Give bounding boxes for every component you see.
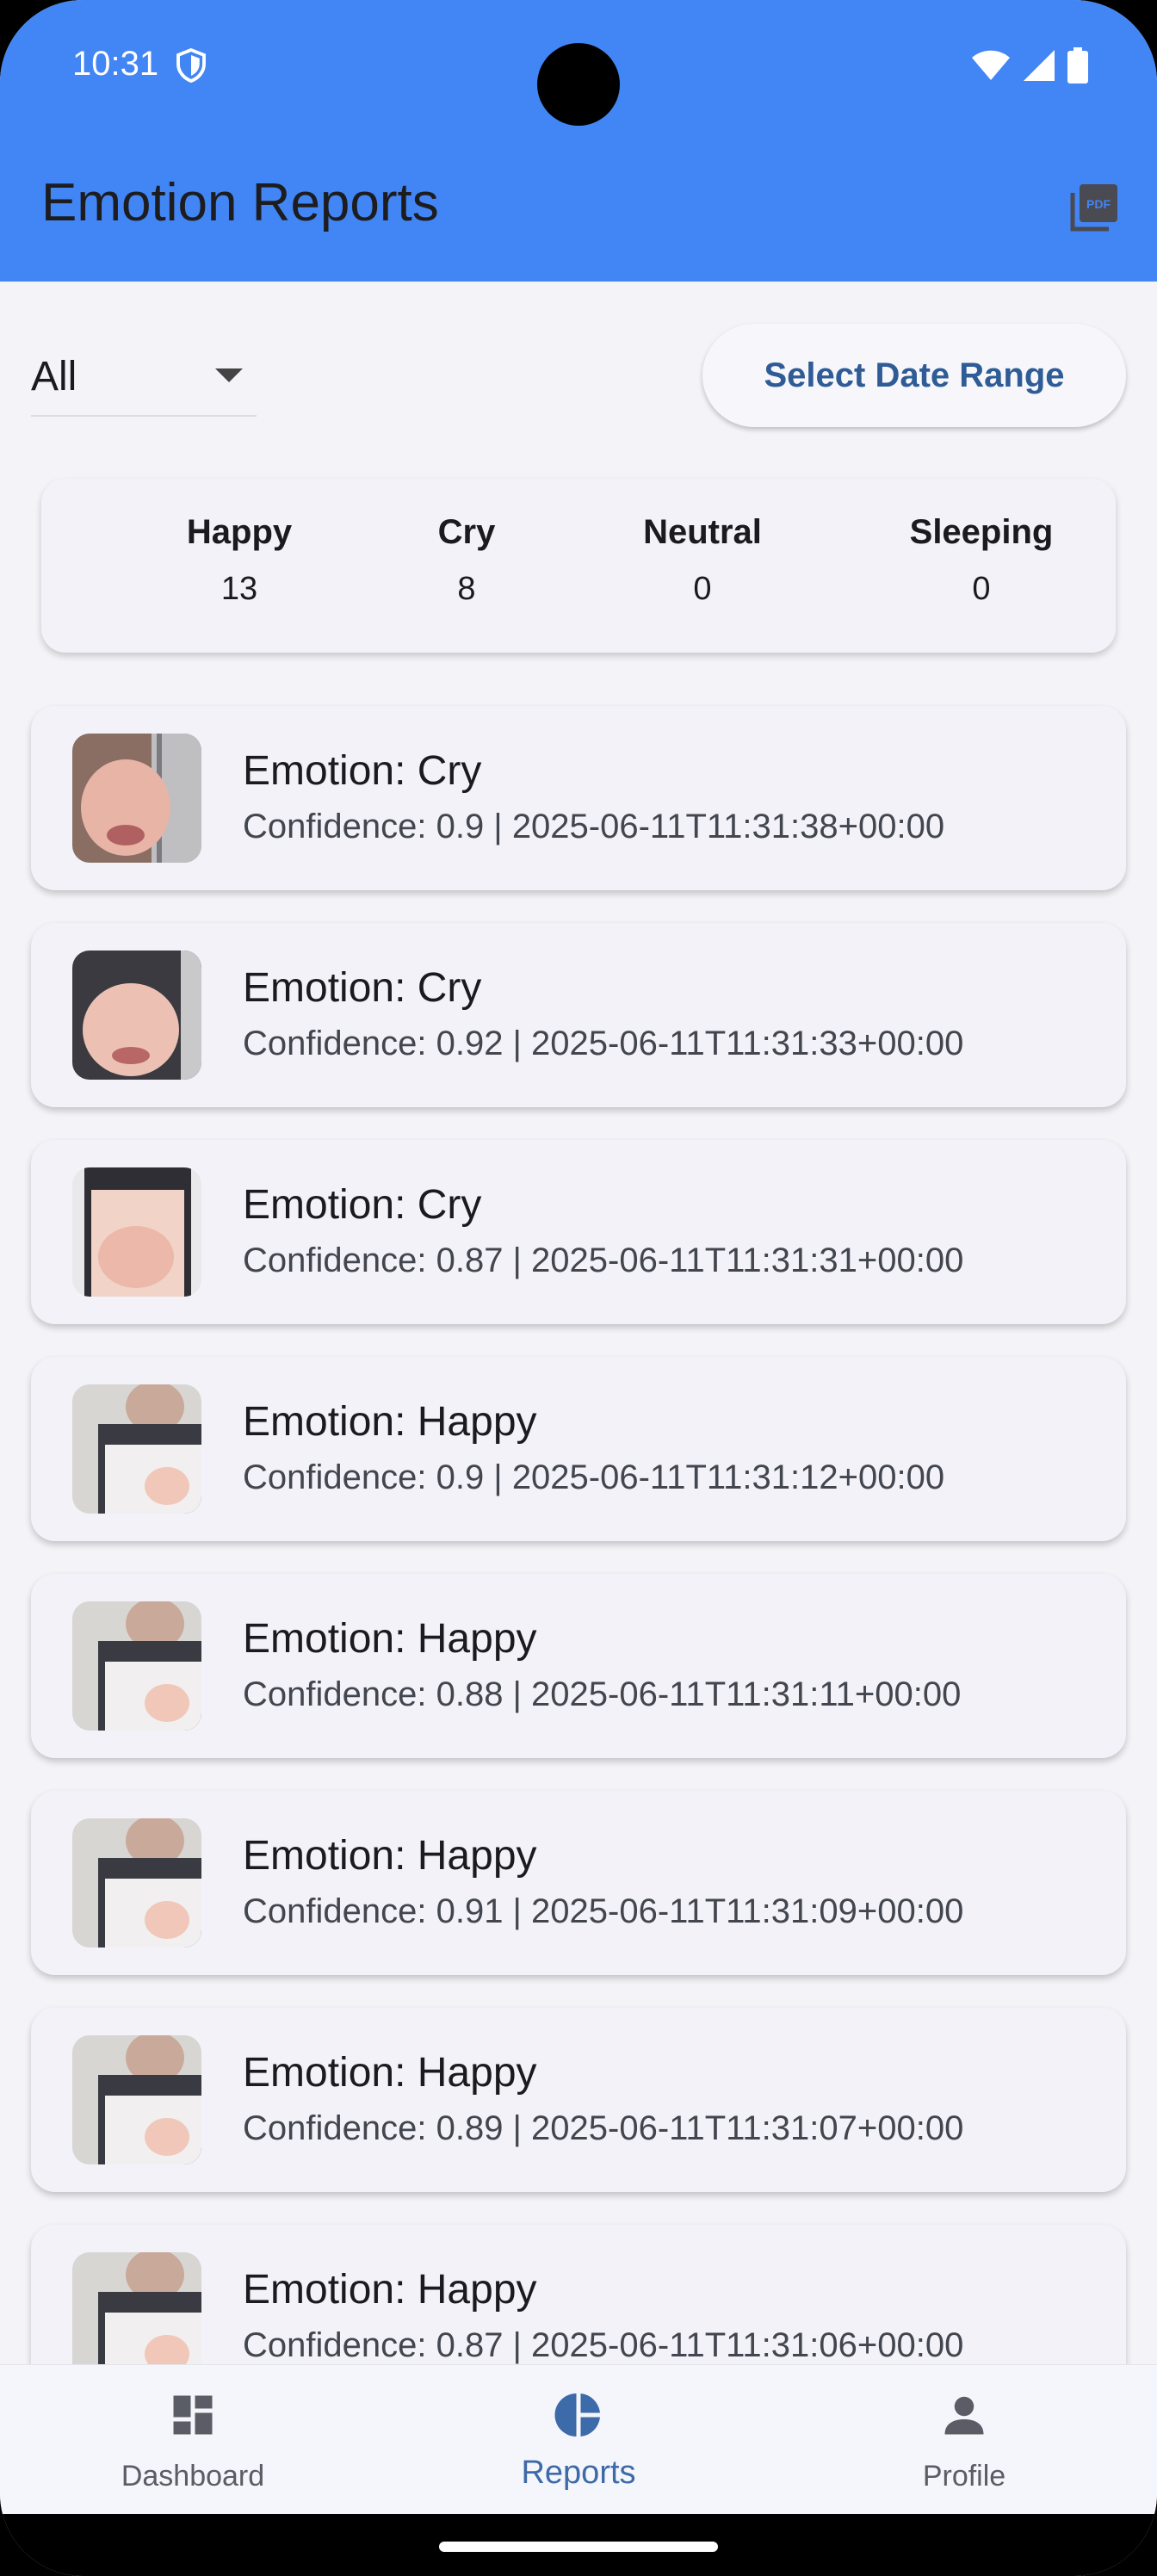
report-emotion: Emotion: Cry [243,748,482,794]
stat-sleeping: Sleeping 0 [852,513,1111,608]
emotion-stats-card: Happy 13 Cry 8 Neutral 0 Sleeping 0 [41,479,1116,653]
stat-value: 0 [693,571,712,607]
page-title: Emotion Reports [41,173,439,232]
nav-dashboard[interactable]: Dashboard [0,2365,386,2515]
report-emotion: Emotion: Happy [243,1399,537,1445]
report-thumbnail [72,951,201,1080]
status-icons [971,47,1088,84]
report-item[interactable]: Emotion: Happy Confidence: 0.9 | 2025-06… [31,1357,1126,1541]
stat-value: 13 [220,571,258,607]
report-thumbnail [72,1167,201,1297]
stat-cry: Cry 8 [337,513,596,608]
bottom-navigation: Dashboard Reports Profile [0,2364,1157,2514]
stat-value: 0 [972,571,991,607]
report-meta: Confidence: 0.87 | 2025-06-11T11:31:06+0… [243,2326,964,2364]
report-emotion: Emotion: Happy [243,1833,537,1879]
report-item[interactable]: Emotion: Happy Confidence: 0.91 | 2025-0… [31,1791,1126,1975]
stat-label: Happy [186,513,293,551]
report-emotion: Emotion: Happy [243,2050,537,2096]
report-thumbnail [72,2035,201,2164]
stat-label: Cry [437,513,496,551]
stat-value: 8 [457,571,476,607]
emotion-filter-dropdown[interactable]: All [31,341,257,417]
pdf-icon[interactable]: PDF [1066,181,1121,236]
report-meta: Confidence: 0.89 | 2025-06-11T11:31:07+0… [243,2109,964,2147]
report-meta: Confidence: 0.9 | 2025-06-11T11:31:12+00… [243,1458,945,1496]
nav-label: Profile [922,2460,1006,2492]
pie-chart-icon [554,2393,600,2437]
battery-icon [1067,47,1088,84]
report-meta: Confidence: 0.88 | 2025-06-11T11:31:11+0… [243,1675,962,1713]
app-screen: 10:31 Emotion Reports PDF All Select Dat… [0,0,1157,2576]
svg-text:PDF: PDF [1086,197,1111,211]
stat-happy: Happy 13 [110,513,368,608]
report-item[interactable]: Emotion: Happy Confidence: 0.89 | 2025-0… [31,2008,1126,2192]
report-emotion: Emotion: Cry [243,1182,482,1228]
nav-reports[interactable]: Reports [386,2365,771,2515]
gesture-handle[interactable] [439,2542,718,2552]
stat-neutral: Neutral 0 [573,513,832,608]
caret-down-icon [215,368,243,382]
report-item[interactable]: Emotion: Cry Confidence: 0.9 | 2025-06-1… [31,706,1126,890]
report-emotion: Emotion: Happy [243,2267,537,2313]
report-thumbnail [72,2252,201,2381]
report-thumbnail [72,734,201,863]
nav-label: Dashboard [121,2460,265,2492]
stat-label: Neutral [643,513,762,551]
shield-icon [176,48,206,83]
report-meta: Confidence: 0.87 | 2025-06-11T11:31:31+0… [243,1242,964,1279]
stat-label: Sleeping [909,513,1054,551]
report-thumbnail [72,1384,201,1514]
report-item[interactable]: Emotion: Happy Confidence: 0.88 | 2025-0… [31,1574,1126,1758]
wifi-icon [972,50,1010,80]
camera-cutout [537,43,620,126]
report-thumbnail [72,1818,201,1947]
filter-selected-value: All [31,354,77,399]
dashboard-icon [173,2395,213,2435]
signal-icon [1024,50,1055,81]
status-time: 10:31 [72,45,159,83]
report-item[interactable]: Emotion: Cry Confidence: 0.92 | 2025-06-… [31,923,1126,1107]
report-meta: Confidence: 0.9 | 2025-06-11T11:31:38+00… [243,808,945,845]
person-icon [944,2396,984,2435]
report-emotion: Emotion: Cry [243,965,482,1011]
report-thumbnail [72,1601,201,1731]
report-emotion: Emotion: Happy [243,1616,537,1662]
report-meta: Confidence: 0.91 | 2025-06-11T11:31:09+0… [243,1892,964,1930]
nav-label: Reports [521,2455,636,2491]
select-date-range-button[interactable]: Select Date Range [702,324,1126,427]
app-bar: 10:31 Emotion Reports PDF [0,0,1157,282]
nav-profile[interactable]: Profile [771,2365,1157,2515]
report-meta: Confidence: 0.92 | 2025-06-11T11:31:33+0… [243,1025,964,1062]
report-item[interactable]: Emotion: Cry Confidence: 0.87 | 2025-06-… [31,1140,1126,1324]
